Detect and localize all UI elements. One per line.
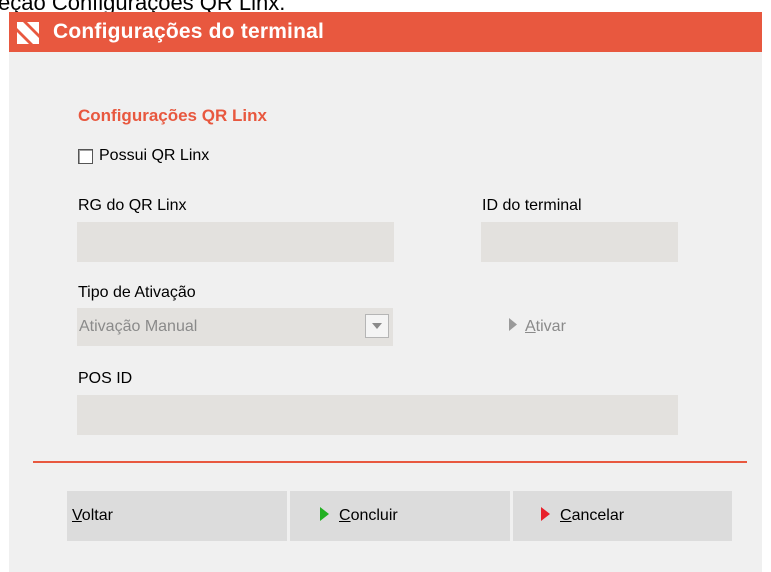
title-bar: Configurações do terminal <box>9 12 762 52</box>
chevron-down-icon[interactable] <box>365 314 389 338</box>
back-button[interactable]: Voltar <box>67 491 287 541</box>
activation-type-select[interactable]: Ativação Manual <box>77 308 393 346</box>
pos-id-field[interactable] <box>77 395 678 435</box>
brand-logo-icon <box>17 22 39 44</box>
section-title: Configurações QR Linx <box>78 106 267 125</box>
section-divider <box>33 461 747 463</box>
window-title: Configurações do terminal <box>53 20 325 43</box>
activation-type-value: Ativação Manual <box>79 318 198 335</box>
cancel-button[interactable]: Cancelar <box>513 491 732 541</box>
rg-field[interactable] <box>77 222 394 262</box>
finish-button[interactable]: Concluir <box>290 491 510 541</box>
activation-type-label: Tipo de Ativação <box>78 284 196 301</box>
red-play-icon <box>541 506 560 526</box>
activate-button[interactable]: Ativar <box>509 318 566 336</box>
rg-label: RG do QR Linx <box>78 197 187 214</box>
terminal-id-label: ID do terminal <box>482 197 582 214</box>
activate-label: Ativar <box>525 318 566 335</box>
terminal-id-field[interactable] <box>481 222 678 262</box>
has-qr-linx-label: Possui QR Linx <box>99 147 210 164</box>
cancel-button-label: Cancelar <box>560 507 625 524</box>
back-button-label: Voltar <box>72 507 113 524</box>
terminal-settings-window: Configurações do terminal Configurações … <box>9 12 762 572</box>
play-arrow-icon <box>509 318 525 336</box>
pos-id-label: POS ID <box>78 370 133 387</box>
has-qr-linx-checkbox[interactable] <box>78 148 93 164</box>
green-play-icon <box>320 506 339 526</box>
has-qr-linx-checkbox-row[interactable]: Possui QR Linx <box>78 147 209 165</box>
finish-button-label: Concluir <box>339 507 398 524</box>
